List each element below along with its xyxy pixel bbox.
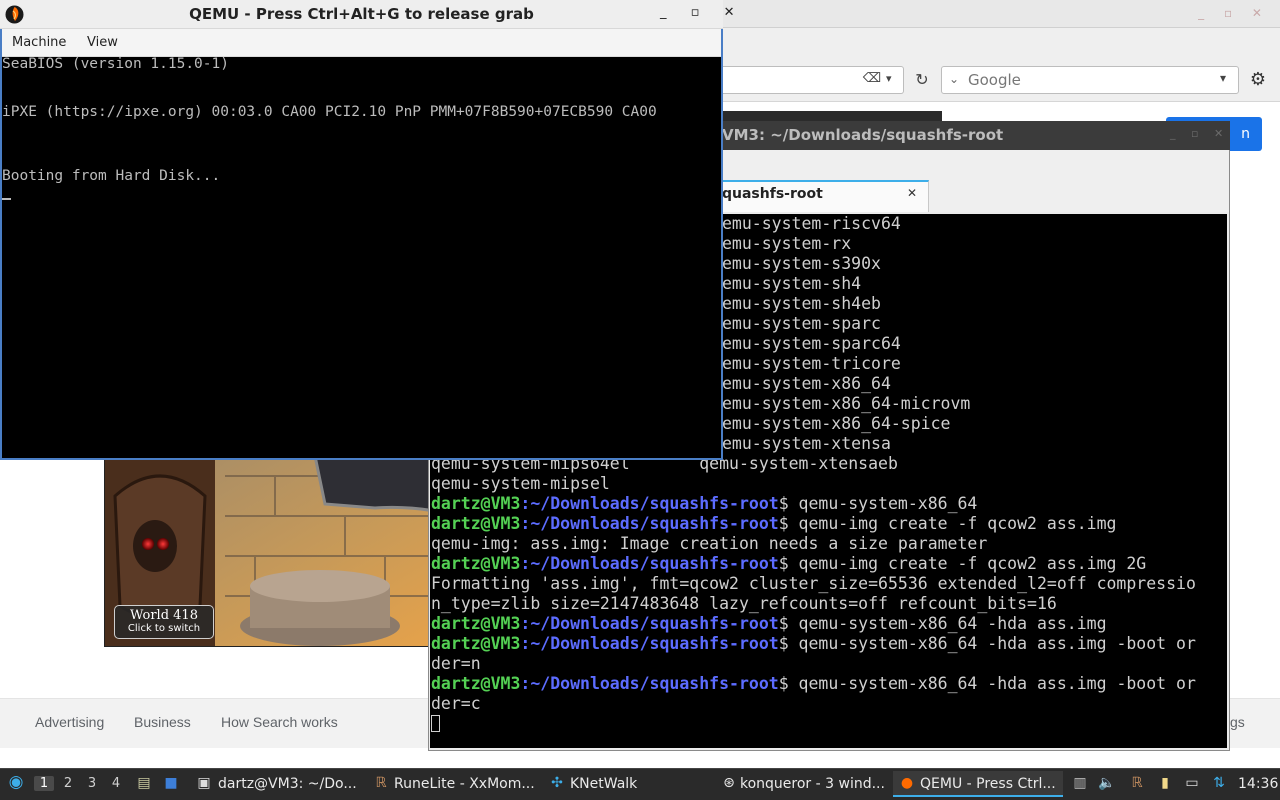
- browser-window-controls[interactable]: _ ▫ ✕: [1198, 6, 1270, 20]
- task-konqueror[interactable]: konqueror - 3 wind...: [740, 776, 885, 792]
- vm-console-line: Booting from Hard Disk...: [2, 168, 221, 184]
- reload-icon[interactable]: ↻: [910, 68, 934, 92]
- footer-link-business[interactable]: Business: [134, 714, 191, 730]
- notes-icon[interactable]: ▮: [1156, 774, 1174, 792]
- runelite-tray-icon[interactable]: ℝ: [1128, 774, 1146, 792]
- command-text: $ qemu-img create -f qcow2 ass.img: [778, 514, 1117, 533]
- prompt-path: :~/Downloads/squashfs-root: [520, 674, 779, 693]
- show-desktop-icon[interactable]: ■: [162, 774, 180, 792]
- terminal-prompt-line: dartz@VM3:~/Downloads/squashfs-root$ qem…: [431, 634, 1196, 654]
- vm-console-cursor: [2, 198, 11, 200]
- search-engine-chevron-down-icon[interactable]: ▾: [1220, 71, 1226, 85]
- command-text: $ qemu-img create -f qcow2 ass.img 2G: [778, 554, 1147, 573]
- clear-url-icon[interactable]: ⌫: [862, 71, 882, 87]
- prompt-user: dartz@VM3: [431, 634, 521, 653]
- terminal-output-line: Formatting 'ass.img', fmt=qcow2 cluster_…: [431, 574, 1196, 593]
- file-manager-icon[interactable]: ▤: [135, 774, 153, 792]
- runelite-icon: ℝ: [375, 775, 387, 791]
- menu-view[interactable]: View: [87, 35, 118, 50]
- footer-link-advertising[interactable]: Advertising: [35, 714, 104, 730]
- workspace-4[interactable]: 4: [106, 776, 126, 791]
- terminal-tab-label: quashfs-root: [722, 186, 823, 202]
- task-knetwalk[interactable]: KNetWalk: [570, 776, 637, 792]
- terminal-prompt-line: dartz@VM3:~/Downloads/squashfs-root$ qem…: [431, 554, 1146, 574]
- terminal-line: emu-system-riscv64: [722, 214, 901, 233]
- terminal-output-line: der=c: [431, 694, 481, 713]
- workspace-2[interactable]: 2: [58, 776, 78, 791]
- terminal-line: emu-system-x86_64: [722, 374, 891, 393]
- terminal-title: VM3: ~/Downloads/squashfs-root: [722, 126, 1004, 144]
- display-icon[interactable]: ▭: [1183, 774, 1201, 792]
- command-text: $ qemu-system-x86_64 -hda ass.img -boot …: [778, 634, 1196, 653]
- prompt-user: dartz@VM3: [431, 494, 521, 513]
- clipboard-icon[interactable]: ▥: [1071, 774, 1089, 792]
- terminal-line: emu-system-sh4eb: [722, 294, 881, 313]
- search-engine-chevron-icon[interactable]: ⌄: [949, 72, 959, 86]
- terminal-cursor: [431, 715, 440, 732]
- terminal-line: emu-system-sparc: [722, 314, 881, 333]
- prompt-path: :~/Downloads/squashfs-root: [520, 634, 779, 653]
- terminal-prompt-line: dartz@VM3:~/Downloads/squashfs-root$ qem…: [431, 494, 977, 514]
- terminal-output-line: n_type=zlib size=2147483648 lazy_refcoun…: [431, 594, 1057, 613]
- prompt-user: dartz@VM3: [431, 674, 521, 693]
- terminal-line: emu-system-tricore: [722, 354, 901, 373]
- close-tab-icon[interactable]: ✕: [907, 186, 917, 200]
- qemu-window-controls[interactable]: _ ▫ ✕: [660, 5, 744, 20]
- command-text: $ qemu-system-x86_64 -hda ass.img: [778, 614, 1107, 633]
- prompt-user: dartz@VM3: [431, 614, 521, 633]
- command-text: $ qemu-system-x86_64: [778, 494, 978, 513]
- terminal-line: qemu-system-mipsel: [431, 474, 610, 493]
- command-text: $ qemu-system-x86_64 -hda ass.img -boot …: [778, 674, 1196, 693]
- prompt-path: :~/Downloads/squashfs-root: [520, 614, 779, 633]
- app-launcher-icon[interactable]: ◉: [6, 773, 26, 793]
- terminal-line: emu-system-sh4: [722, 274, 862, 293]
- qemu-title: QEMU - Press Ctrl+Alt+G to release grab: [189, 5, 534, 23]
- terminal-icon: ▣: [197, 775, 211, 791]
- footer-link-settings[interactable]: gs: [1230, 714, 1245, 730]
- vm-console-line: SeaBIOS (version 1.15.0-1): [2, 56, 229, 72]
- world-switch-badge[interactable]: World 418 Click to switch: [114, 605, 214, 639]
- terminal-line: emu-system-x86_64-spice: [722, 414, 951, 433]
- terminal-prompt-line: dartz@VM3:~/Downloads/squashfs-root$ qem…: [431, 674, 1196, 694]
- gear-icon[interactable]: ⚙: [1246, 68, 1270, 92]
- prompt-path: :~/Downloads/squashfs-root: [520, 494, 779, 513]
- prompt-user: dartz@VM3: [431, 554, 521, 573]
- terminal-line: emu-system-x86_64-microvm: [722, 394, 971, 413]
- terminal-output-line: qemu-img: ass.img: Image creation needs …: [431, 534, 988, 553]
- world-switch-hint: Click to switch: [127, 623, 201, 634]
- prompt-user: dartz@VM3: [431, 514, 521, 533]
- knetwalk-icon: ✣: [551, 775, 563, 791]
- terminal-line: emu-system-xtensa: [722, 434, 891, 453]
- terminal-prompt-line: dartz@VM3:~/Downloads/squashfs-root$ qem…: [431, 614, 1107, 634]
- task-qemu[interactable]: QEMU - Press Ctrl...: [920, 776, 1056, 792]
- network-icon[interactable]: ⇅: [1210, 774, 1228, 792]
- terminal-line: emu-system-s390x: [722, 254, 881, 273]
- volume-icon[interactable]: 🔈: [1098, 774, 1116, 792]
- qemu-icon: ●: [900, 775, 914, 791]
- vm-console-line: iPXE (https://ipxe.org) 00:03.0 CA00 PCI…: [2, 104, 657, 120]
- prompt-path: :~/Downloads/squashfs-root: [520, 514, 779, 533]
- browser-icon: ⊛: [723, 775, 735, 791]
- clock[interactable]: 14:36: [1238, 776, 1278, 792]
- footer-link-how-search-works[interactable]: How Search works: [221, 714, 338, 730]
- search-engine-label: Google: [968, 71, 1021, 89]
- task-runelite[interactable]: RuneLite - XxMom...: [394, 776, 535, 792]
- workspace-1[interactable]: 1: [34, 776, 54, 791]
- workspace-3[interactable]: 3: [82, 776, 102, 791]
- terminal-line: emu-system-rx: [722, 234, 852, 253]
- task-terminal[interactable]: dartz@VM3: ~/Do...: [218, 776, 357, 792]
- terminal-window-controls[interactable]: _ ▫ ✕: [1170, 127, 1229, 140]
- terminal-line: emu-system-sparc64: [722, 334, 901, 353]
- world-number: World 418: [130, 608, 198, 623]
- terminal-prompt-line: dartz@VM3:~/Downloads/squashfs-root$ qem…: [431, 514, 1116, 534]
- url-history-chevron-down-icon[interactable]: ▾: [886, 71, 900, 87]
- menu-machine[interactable]: Machine: [12, 35, 66, 50]
- prompt-path: :~/Downloads/squashfs-root: [520, 554, 779, 573]
- terminal-output-line: der=n: [431, 654, 481, 673]
